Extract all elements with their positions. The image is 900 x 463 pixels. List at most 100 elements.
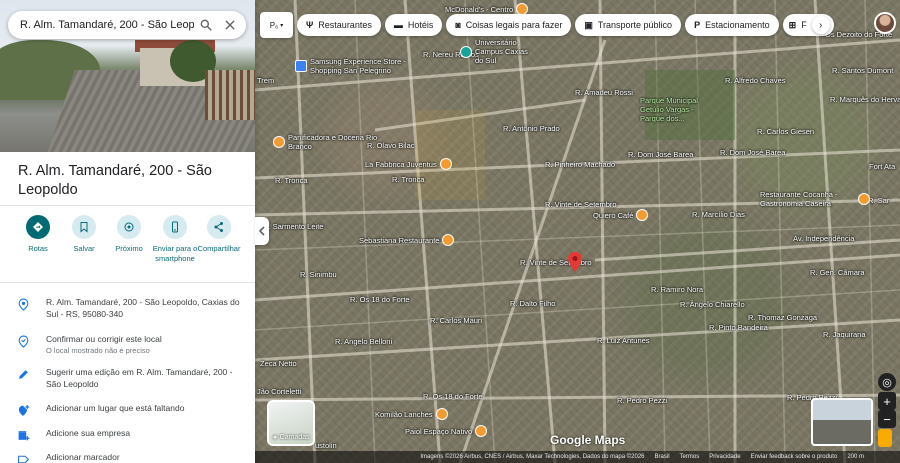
bus-icon: ▣ <box>584 19 593 30</box>
chevron-right-icon[interactable]: › <box>811 16 830 34</box>
street-label: R. Carlos Giesen <box>757 127 815 136</box>
street-label: R. Dom José Barea <box>628 150 694 159</box>
send-to-phone-button[interactable]: Enviar para o smartphone <box>151 215 199 264</box>
street-label: R. Angelo Belloni <box>335 337 393 346</box>
poi-name: Samsung Experience Store - Shopping San … <box>310 57 406 75</box>
scale-label[interactable]: 200 m <box>847 454 864 460</box>
chip-transit[interactable]: ▣ Transporte público <box>575 14 682 36</box>
street-label: R. Alfredo Chaves <box>725 76 786 85</box>
nearby-button[interactable]: Próximo <box>105 215 153 254</box>
zoom-out-button[interactable]: − <box>878 410 896 428</box>
add-place-row[interactable]: Adicionar um lugar que está faltando <box>0 402 255 417</box>
poi-marker[interactable]: Universitário Campus Caxias do Sul <box>460 38 535 65</box>
bed-icon: ▬ <box>393 20 403 30</box>
satellite-map[interactable]: R. Tronca R. Tronca R. Olavo Bilac R. An… <box>255 0 900 463</box>
poi-marker[interactable]: Samsung Experience Store - Shopping San … <box>295 57 420 75</box>
street-label: Jão Corteletti <box>257 387 302 396</box>
bookmark-icon <box>80 222 88 233</box>
address-row[interactable]: R. Alm. Tamandaré, 200 - São Leopoldo, C… <box>0 296 255 320</box>
poi-marker[interactable]: Quiero Café <box>593 209 649 221</box>
restaurant-icon <box>442 234 455 246</box>
poi-name: Universitário Campus Caxias do Sul <box>475 38 528 65</box>
save-button[interactable]: Salvar <box>60 215 108 254</box>
street-label: Fort Ata <box>869 162 896 171</box>
chip-restaurants[interactable]: Ψ Restaurantes <box>297 14 381 36</box>
chevron-down-icon: ▾ <box>280 22 284 29</box>
chip-hotels[interactable]: ▬ Hotéis <box>384 14 443 36</box>
confirm-location-row[interactable]: Confirmar ou corrigir este local O local… <box>0 333 255 357</box>
pencil-icon <box>18 370 28 379</box>
street-label: R. Ramiro Nora <box>651 285 704 294</box>
street-label: R. Pinto Bandeira <box>709 323 768 332</box>
my-location-button[interactable]: ◎ <box>878 373 896 391</box>
directions-button[interactable]: Rotas <box>14 215 62 254</box>
chip-parking[interactable]: P Estacionamento <box>685 14 779 36</box>
terms-link[interactable]: Termos <box>680 454 700 460</box>
place-panel: R. Alm. Tamandaré, 200 - São Leopoldo Ro… <box>0 0 255 463</box>
street-label: R. Pedro Pezzi <box>617 396 668 405</box>
add-label-text: Adicionar marcador <box>46 452 120 462</box>
street-label: R. Jaquirana <box>823 330 866 339</box>
action-buttons: Rotas Salvar Próximo Enviar para o smart… <box>14 215 254 279</box>
street-label: R. Sinimbu <box>300 270 337 279</box>
chip-things-to-do[interactable]: ◙ Coisas legais para fazer <box>446 14 572 36</box>
layers-label: Camadas <box>279 434 310 441</box>
divider <box>0 282 255 283</box>
add-location-icon <box>18 405 29 416</box>
collapse-panel-button[interactable] <box>255 217 269 245</box>
street-label: Zeca Netto <box>260 359 297 368</box>
privacy-link[interactable]: Privacidade <box>709 454 740 460</box>
restaurant-icon <box>439 158 452 170</box>
map-type-selector[interactable]: P₆ ▾ <box>260 12 293 38</box>
street-label: R. Tronca <box>275 176 308 185</box>
poi-name: Restaurante Cocanha - Gastronomia Caseir… <box>760 190 838 208</box>
camera-icon: ◙ <box>455 20 461 30</box>
action-label: Próximo <box>115 244 143 253</box>
search-icon <box>200 19 212 31</box>
app-root: R. Alm. Tamandaré, 200 - São Leopoldo Ro… <box>0 0 900 463</box>
poi-name: Sebastiana Restaurante <box>359 235 440 245</box>
restaurant-icon <box>475 425 488 437</box>
attribution-text: Imagens ©2026 Airbus, CNES / Airbus, Max… <box>420 454 645 460</box>
account-avatar[interactable] <box>874 12 896 34</box>
restaurant-icon <box>273 136 285 148</box>
poi-marker[interactable]: La Fabbrica Juventus <box>365 158 452 170</box>
add-label-row[interactable]: Adicionar marcador <box>0 451 255 463</box>
layers-button[interactable]: ◈ Camadas <box>267 400 315 446</box>
search-box <box>8 11 246 39</box>
category-chips: P₆ ▾ Ψ Restaurantes ▬ Hotéis ◙ Coisas legai… <box>260 12 834 38</box>
action-label: Rotas <box>28 244 48 253</box>
feedback-link[interactable]: Enviar feedback sobre o produto <box>751 454 838 460</box>
pegman-icon[interactable] <box>878 429 892 447</box>
share-button[interactable]: Compartilhar <box>195 215 243 254</box>
selected-location-marker[interactable] <box>567 252 583 272</box>
poi-marker[interactable]: Komilão Lanches <box>375 408 448 420</box>
close-button[interactable] <box>218 13 242 37</box>
action-label: Compartilhar <box>197 244 241 253</box>
street-label: R. Tronca <box>392 175 425 184</box>
directions-icon <box>33 222 43 232</box>
zoom-in-button[interactable]: + <box>878 392 896 410</box>
street-view-preview[interactable] <box>811 398 873 446</box>
search-button[interactable] <box>194 13 218 37</box>
poi-marker[interactable]: Parque Municipal Getúlio Vargas - Parque… <box>640 96 710 123</box>
poi-marker[interactable]: Sebastiana Restaurante <box>359 234 455 246</box>
search-input[interactable] <box>8 19 194 31</box>
restaurant-icon <box>858 193 870 205</box>
country-label: Brasil <box>654 454 670 460</box>
layers-icon: ◈ <box>272 434 280 441</box>
poi-name: La Fabbrica Juventus <box>365 159 437 169</box>
chip-label: Hotéis <box>407 20 434 30</box>
action-label: Salvar <box>73 244 95 253</box>
fork-knife-icon: Ψ <box>306 20 314 30</box>
add-business-row[interactable]: Adicione sua empresa <box>0 427 255 442</box>
street-label: R. Pinheiro Machado <box>545 160 616 169</box>
poi-marker[interactable]: Restaurante Cocanha - Gastronomia Caseir… <box>760 190 870 208</box>
street-label: ustolin <box>315 441 337 450</box>
suggest-edit-row[interactable]: Sugerir uma edição em R. Alm. Tamandaré,… <box>0 366 255 390</box>
poi-marker[interactable]: Paiol Espaço Nativo <box>405 425 488 437</box>
chip-label: Coisas legais para fazer <box>465 20 563 30</box>
google-maps-logo: Google Maps <box>550 433 626 447</box>
poi-marker[interactable]: Panificadora e Doceria Rio Branco <box>273 133 378 151</box>
chip-more[interactable]: ⊞ F › <box>782 14 834 36</box>
